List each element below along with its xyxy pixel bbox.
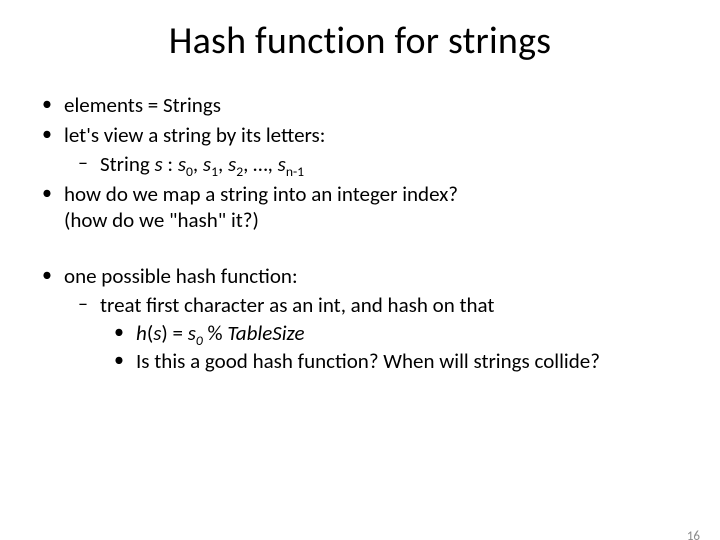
var-s2: s xyxy=(228,151,236,177)
text: String xyxy=(100,151,155,177)
slide-body: elements = Strings let's view a string b… xyxy=(0,92,720,374)
var-s0: s xyxy=(188,320,196,346)
sub-1: 1 xyxy=(211,163,218,180)
bullet-is-good: Is this a good hash function? When will … xyxy=(136,348,690,374)
text: (how do we "hash" it?) xyxy=(64,207,259,233)
text: let's view a string by its letters: xyxy=(64,122,325,148)
sub-0: 0 xyxy=(196,332,203,349)
text: , …, xyxy=(243,151,277,177)
var-s0: s xyxy=(178,151,186,177)
page-number: 16 xyxy=(687,529,700,540)
bullet-view-string: let's view a string by its letters: Stri… xyxy=(64,122,690,177)
sublist: String s : s0, s1, s2, …, sn-1 xyxy=(64,151,690,177)
bullet-how-map: how do we map a string into an integer i… xyxy=(64,181,690,234)
text: % xyxy=(203,320,228,346)
bullet-elements: elements = Strings xyxy=(64,92,690,118)
var-tablesize: TableSize xyxy=(227,320,304,346)
text: elements = Strings xyxy=(64,92,221,118)
slide: Hash function for strings elements = Str… xyxy=(0,18,720,540)
sub-n1: n-1 xyxy=(286,163,304,180)
bullet-hash-formula: h(s) = s0 % TableSize xyxy=(136,320,690,346)
text: ) = xyxy=(161,320,187,346)
text: , xyxy=(193,151,203,177)
bullet-treat-first-char: treat first character as an int, and has… xyxy=(100,292,690,375)
var-sn: s xyxy=(278,151,286,177)
var-s: s xyxy=(155,151,163,177)
sublist: treat first character as an int, and has… xyxy=(64,292,690,375)
bullet-possible-hash: one possible hash function: treat first … xyxy=(64,263,690,374)
spacer xyxy=(30,237,690,263)
text: one possible hash function: xyxy=(64,263,298,289)
slide-title: Hash function for strings xyxy=(0,18,720,64)
subsublist: h(s) = s0 % TableSize Is this a good has… xyxy=(100,320,690,375)
text: : xyxy=(163,151,178,177)
bullet-list-2: one possible hash function: treat first … xyxy=(30,263,690,374)
text: treat first character as an int, and has… xyxy=(100,292,494,318)
var-s1: s xyxy=(203,151,211,177)
text: Is this a good hash function? When will … xyxy=(136,348,600,374)
fn-h: h xyxy=(136,320,147,346)
bullet-list: elements = Strings let's view a string b… xyxy=(30,92,690,233)
text: , xyxy=(218,151,228,177)
text: how do we map a string into an integer i… xyxy=(64,181,458,207)
bullet-string-letters: String s : s0, s1, s2, …, sn-1 xyxy=(100,151,690,177)
sub-0: 0 xyxy=(186,163,193,180)
